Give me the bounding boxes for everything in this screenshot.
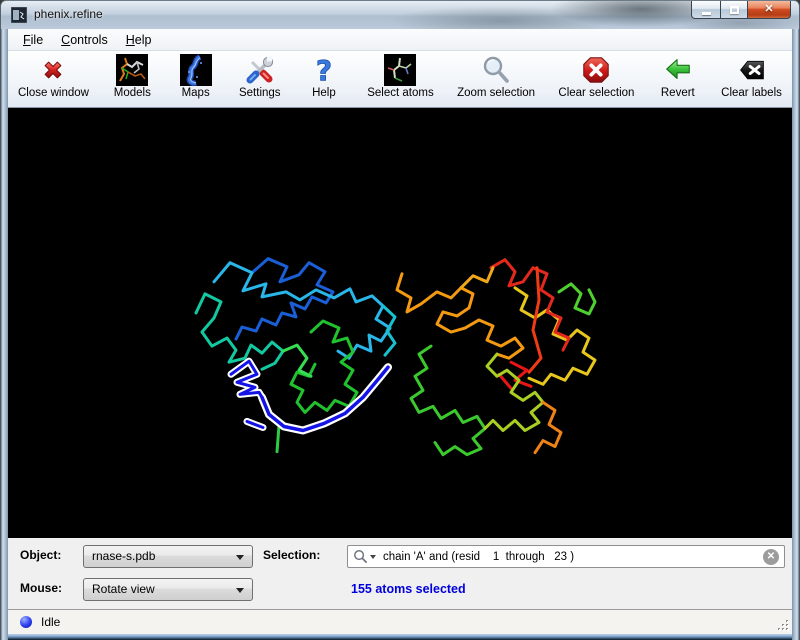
mouse-dropdown-value: Rotate view xyxy=(92,582,155,596)
zoom-selection-icon xyxy=(480,54,512,86)
gl-viewport[interactable] xyxy=(8,108,792,538)
object-dropdown-value: rnase-s.pdb xyxy=(92,549,155,563)
close-window-icon xyxy=(37,54,69,86)
minimize-button[interactable] xyxy=(691,1,721,19)
titlebar[interactable]: phenix.refine ✕ xyxy=(0,0,800,29)
object-label: Object: xyxy=(20,548,61,562)
help-icon: ? xyxy=(308,54,340,86)
clear-selection-icon xyxy=(580,54,612,86)
close-icon: ✕ xyxy=(764,4,773,15)
chevron-down-icon xyxy=(236,588,244,593)
minimize-icon xyxy=(702,12,711,15)
toolbar-label: Models xyxy=(114,87,151,99)
close-window-button[interactable]: Close window xyxy=(18,53,89,99)
select-atoms-button[interactable]: Select atoms xyxy=(367,53,433,99)
app-icon xyxy=(11,7,27,23)
resize-grip[interactable] xyxy=(777,619,790,632)
settings-button[interactable]: Settings xyxy=(239,53,281,99)
molecule-svg xyxy=(8,108,792,538)
clear-labels-icon xyxy=(736,54,768,86)
clear-labels-button[interactable]: Clear labels xyxy=(721,53,782,99)
menu-help[interactable]: Help xyxy=(117,31,161,49)
object-dropdown[interactable]: rnase-s.pdb xyxy=(83,545,253,568)
toolbar-label: Close window xyxy=(18,87,89,99)
models-icon xyxy=(116,54,148,86)
window-frame-right xyxy=(792,29,800,640)
maximize-icon xyxy=(730,6,739,14)
mouse-label: Mouse: xyxy=(20,581,62,595)
toolbar-label: Clear labels xyxy=(721,87,782,99)
models-button[interactable]: Models xyxy=(112,53,152,99)
settings-icon xyxy=(244,54,276,86)
status-text: Idle xyxy=(41,615,60,629)
toolbar-label: Revert xyxy=(661,87,695,99)
toolbar-label: Help xyxy=(312,87,336,99)
maximize-button[interactable] xyxy=(720,1,748,19)
window-controls: ✕ xyxy=(691,1,791,19)
menubar: File Controls Help xyxy=(8,29,792,51)
help-button[interactable]: ? Help xyxy=(304,53,344,99)
selection-value: chain 'A' and (resid 1 through 23 ) xyxy=(383,551,574,563)
control-panel: Object: rnase-s.pdb Mouse: Rotate view S… xyxy=(8,538,792,609)
maps-icon xyxy=(180,54,212,86)
selection-label: Selection: xyxy=(263,548,320,562)
toolbar-label: Maps xyxy=(182,87,210,99)
statusbar: Idle xyxy=(8,609,792,634)
atoms-selected-text: 155 atoms selected xyxy=(351,582,466,596)
selection-input[interactable]: chain 'A' and (resid 1 through 23 ) ✕ xyxy=(347,545,785,568)
toolbar-label: Settings xyxy=(239,87,281,99)
close-button[interactable]: ✕ xyxy=(747,1,791,19)
window-frame-bottom xyxy=(8,634,792,640)
search-icon[interactable] xyxy=(353,549,368,564)
zoom-selection-button[interactable]: Zoom selection xyxy=(457,53,535,99)
search-options-caret[interactable] xyxy=(370,555,376,559)
svg-text:?: ? xyxy=(316,54,332,86)
toolbar-label: Clear selection xyxy=(558,87,634,99)
window-title: phenix.refine xyxy=(34,7,103,21)
app-window: phenix.refine ✕ File Controls Help xyxy=(0,0,800,640)
toolbar: Close window Models xyxy=(8,51,792,108)
window-content: File Controls Help Close window xyxy=(8,29,792,634)
select-atoms-icon xyxy=(384,54,416,86)
chevron-down-icon xyxy=(236,555,244,560)
toolbar-label: Zoom selection xyxy=(457,87,535,99)
revert-button[interactable]: Revert xyxy=(658,53,698,99)
window-frame-left xyxy=(0,29,8,640)
clear-search-icon[interactable]: ✕ xyxy=(763,549,779,565)
clear-selection-button[interactable]: Clear selection xyxy=(558,53,634,99)
revert-icon xyxy=(662,54,694,86)
menu-file[interactable]: File xyxy=(14,31,52,49)
maps-button[interactable]: Maps xyxy=(176,53,216,99)
menu-controls[interactable]: Controls xyxy=(52,31,117,49)
toolbar-label: Select atoms xyxy=(367,87,433,99)
mouse-dropdown[interactable]: Rotate view xyxy=(83,578,253,601)
status-indicator-icon xyxy=(20,616,32,628)
